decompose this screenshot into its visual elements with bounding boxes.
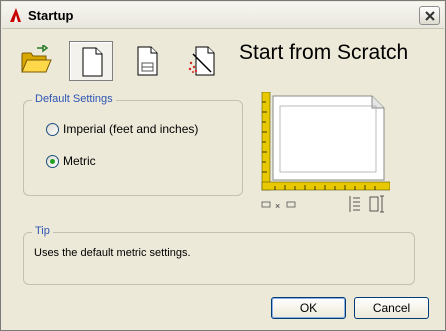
open-drawing-button[interactable] xyxy=(13,41,57,81)
startup-dialog: Startup Start from Scratch Default Setti… xyxy=(0,0,446,331)
close-button[interactable] xyxy=(419,6,440,25)
open-folder-icon xyxy=(21,45,52,73)
window-title: Startup xyxy=(28,8,74,23)
tip-group: Tip Uses the default metric settings. xyxy=(23,225,415,285)
tip-legend: Tip xyxy=(32,225,53,237)
wizard-icon xyxy=(188,46,215,76)
autocad-app-icon xyxy=(10,8,21,22)
page-heading: Start from Scratch xyxy=(239,41,409,64)
metric-label: Metric xyxy=(63,154,96,168)
default-settings-legend: Default Settings xyxy=(32,93,116,105)
default-settings-group: Default Settings Imperial (feet and inch… xyxy=(23,93,243,196)
use-wizard-button[interactable] xyxy=(181,41,225,81)
tip-text: Uses the default metric settings. xyxy=(34,247,191,259)
drawing-preview: × xyxy=(261,92,390,213)
title-bar[interactable]: Startup xyxy=(2,2,444,29)
start-from-scratch-button[interactable] xyxy=(69,41,113,81)
close-icon xyxy=(425,11,435,21)
template-page-icon xyxy=(137,46,158,76)
ok-button[interactable]: OK xyxy=(271,297,346,319)
blank-page-icon xyxy=(82,47,103,77)
imperial-label: Imperial (feet and inches) xyxy=(63,122,199,136)
cancel-button[interactable]: Cancel xyxy=(354,297,429,319)
metric-radio[interactable] xyxy=(46,155,59,168)
svg-text:×: × xyxy=(275,201,280,211)
use-template-button[interactable] xyxy=(125,41,169,81)
imperial-radio[interactable] xyxy=(46,123,59,136)
